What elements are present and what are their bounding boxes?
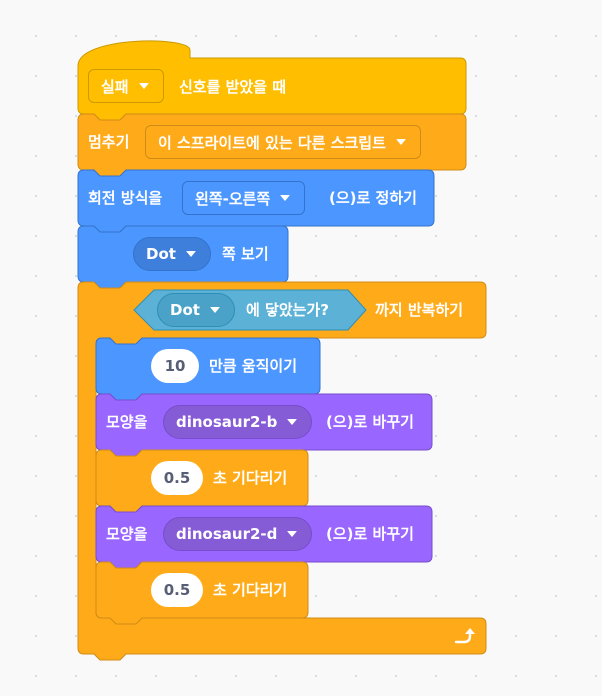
point-target-dropdown[interactable]: Dot (133, 237, 211, 271)
costume2-value: dinosaur2-d (176, 525, 278, 543)
broadcast-dropdown-value: 실패 (101, 77, 129, 96)
chevron-down-icon (287, 531, 298, 537)
point-target-value: Dot (146, 245, 176, 263)
rotation-block-prefix: 회전 방식을 (88, 189, 163, 207)
costume2-suffix: (으)로 바꾸기 (326, 525, 414, 543)
costume2-prefix: 모양을 (106, 525, 148, 543)
stop-option-value: 이 스프라이트에 있는 다른 스크립트 (158, 133, 386, 152)
chevron-down-icon (209, 307, 220, 313)
rotation-style-dropdown[interactable]: 왼쪽-오른쪽 (182, 181, 306, 215)
chevron-down-icon (287, 419, 298, 425)
chevron-down-icon (185, 251, 196, 257)
costume1-dropdown[interactable]: dinosaur2-b (163, 405, 313, 439)
wait1-seconds-input[interactable]: 0.5 (151, 461, 203, 495)
touching-condition-label: 에 닿았는가? (246, 301, 329, 319)
loop-arrow-icon (454, 628, 475, 644)
point-towards-suffix: 쪽 보기 (222, 245, 269, 263)
broadcast-dropdown[interactable]: 실패 (88, 69, 164, 103)
stop-block-label: 멈추기 (88, 133, 130, 151)
scripts-workspace[interactable]: 실패 신호를 받았을 때 멈추기 이 스프라이트에 있는 다른 스크립트 회전 … (0, 0, 602, 696)
repeat-until-suffix: 까지 반복하기 (375, 301, 464, 319)
move-steps-input[interactable]: 10 (151, 349, 199, 383)
chevron-down-icon (280, 195, 291, 201)
costume1-prefix: 모양을 (106, 413, 148, 431)
hat-block-label: 신호를 받았을 때 (179, 78, 287, 96)
touching-target-dropdown[interactable]: Dot (157, 293, 235, 327)
rotation-style-value: 왼쪽-오른쪽 (195, 189, 271, 208)
stop-option-dropdown[interactable]: 이 스프라이트에 있는 다른 스크립트 (145, 125, 421, 159)
costume1-value: dinosaur2-b (176, 413, 278, 431)
wait2-suffix: 초 기다리기 (213, 581, 288, 599)
rotation-block-suffix: (으)로 정하기 (329, 189, 417, 207)
wait1-suffix: 초 기다리기 (213, 469, 288, 487)
move-steps-suffix: 만큼 움직이기 (209, 357, 298, 375)
block-shapes (77, 40, 487, 661)
chevron-down-icon (395, 139, 406, 145)
wait2-seconds-input[interactable]: 0.5 (151, 573, 203, 607)
touching-target-value: Dot (170, 301, 200, 319)
chevron-down-icon (138, 83, 149, 89)
costume1-suffix: (으)로 바꾸기 (326, 413, 414, 431)
costume2-dropdown[interactable]: dinosaur2-d (163, 517, 313, 551)
